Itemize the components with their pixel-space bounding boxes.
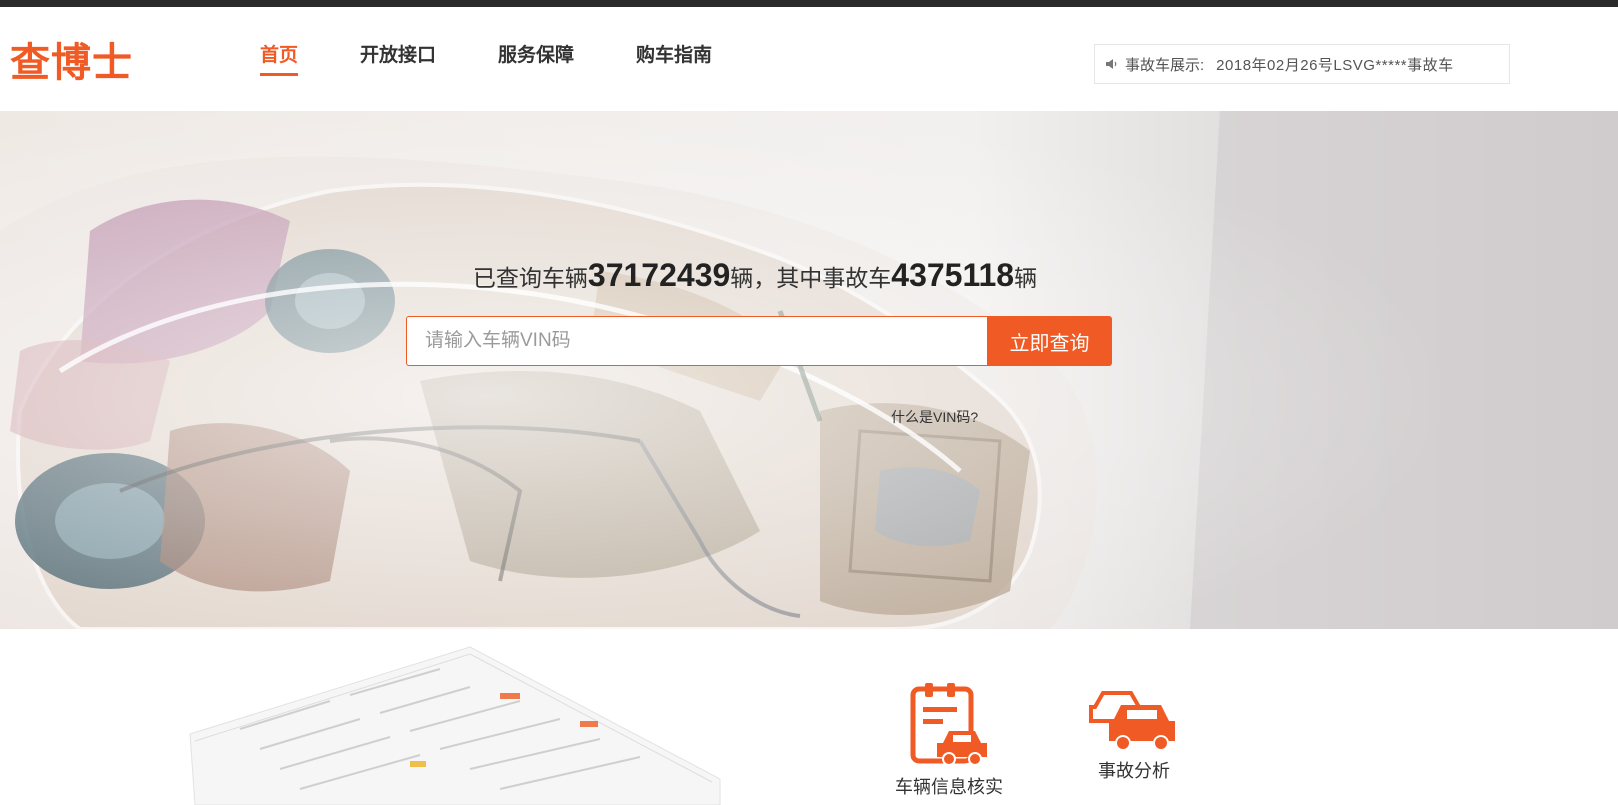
vin-search-form: 立即查询: [406, 316, 1112, 366]
vin-input[interactable]: [406, 316, 987, 366]
feature-label-accident-analysis: 事故分析: [1098, 761, 1170, 781]
search-button[interactable]: 立即查询: [987, 316, 1112, 366]
accident-count: 4375118: [891, 257, 1015, 293]
clipboard-car-icon: [910, 683, 987, 766]
car-xray-image: [0, 111, 1618, 629]
top-bar: [0, 0, 1618, 7]
car-crash-icon: [1089, 691, 1175, 751]
stats-prefix: 已查询车辆: [472, 265, 588, 291]
main-nav: 首页 开放接口 服务保障 购车指南: [260, 42, 774, 76]
accident-ticker[interactable]: 事故车展示: 2018年02月26号LSVG*****事故车: [1094, 44, 1510, 84]
query-stats: 已查询车辆37172439辆，其中事故车4375118辆: [0, 255, 1510, 298]
stats-mid: 辆，其中事故车: [730, 265, 892, 291]
ticker-label: 事故车展示:: [1125, 56, 1205, 74]
stats-suffix: 辆: [1014, 265, 1038, 291]
hero-banner: 已查询车辆37172439辆，其中事故车4375118辆 立即查询 什么是VIN…: [0, 111, 1618, 629]
queried-count: 37172439: [587, 257, 731, 293]
nav-item-service[interactable]: 服务保障: [498, 42, 574, 76]
nav-item-open-api[interactable]: 开放接口: [360, 42, 436, 76]
vin-help-link[interactable]: 什么是VIN码?: [891, 407, 978, 427]
speaker-icon: [1106, 59, 1117, 69]
features-section: 车辆信息核实 事故分析: [0, 629, 1618, 805]
report-preview-image: [189, 646, 721, 805]
ticker-text[interactable]: 2018年02月26号LSVG*****事故车: [1216, 54, 1453, 75]
site-header: 查博士 首页 开放接口 服务保障 购车指南 事故车展示: 2018年02月26号…: [0, 7, 1618, 111]
nav-item-guide[interactable]: 购车指南: [636, 42, 712, 76]
nav-item-home[interactable]: 首页: [260, 42, 299, 76]
feature-label-vehicle-info: 车辆信息核实: [895, 777, 1003, 797]
feature-vehicle-info[interactable]: 车辆信息核实: [879, 681, 1019, 799]
site-logo[interactable]: 查博士: [10, 41, 133, 85]
feature-accident-analysis[interactable]: 事故分析: [1064, 681, 1204, 783]
